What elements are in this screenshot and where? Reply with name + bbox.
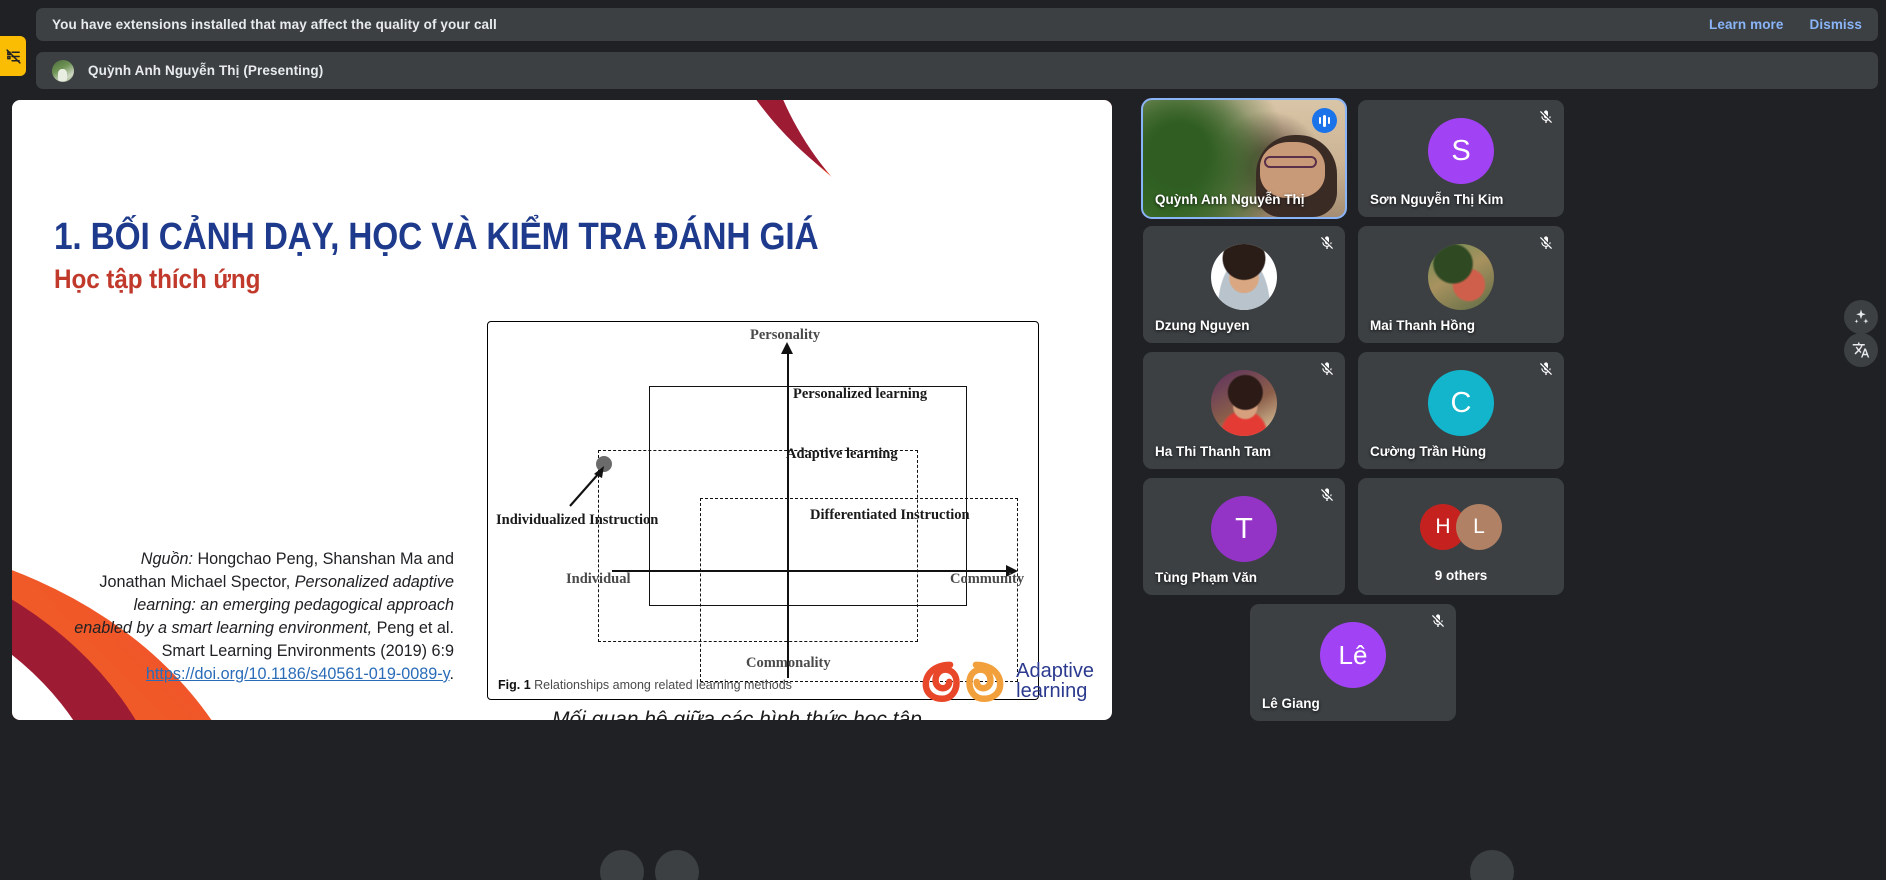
avatar-group: H L <box>1420 504 1502 551</box>
avatar <box>1211 244 1277 311</box>
logo-text: Adaptive learning <box>1016 659 1094 702</box>
participant-tile-son-nguyen[interactable]: S Sơn Nguyễn Thị Kim <box>1358 100 1564 217</box>
mic-off-icon <box>1430 613 1446 629</box>
notification-message: You have extensions installed that may a… <box>52 17 497 32</box>
participant-tile-others[interactable]: H L 9 others <box>1358 478 1564 595</box>
citation-period: . <box>449 665 455 683</box>
adaptive-learning-logo-icon <box>922 661 1004 702</box>
avatar <box>1428 244 1494 311</box>
mic-off-icon <box>1538 361 1554 377</box>
participant-tile-tung-pham-van[interactable]: T Tùng Phạm Văn <box>1143 478 1345 595</box>
citation-authors-1: Hongchao Peng, Shanshan Ma <box>197 550 423 568</box>
participant-tile-dzung-nguyen[interactable]: Dzung Nguyen <box>1143 226 1345 343</box>
participant-name: Dzung Nguyen <box>1155 318 1250 333</box>
more-options-button[interactable] <box>1470 850 1514 880</box>
participant-name: Mai Thanh Hồng <box>1370 318 1475 333</box>
figure-container: Personality Commonality Individual Commu… <box>487 321 1039 700</box>
participant-name: Quỳnh Anh Nguyễn Thị <box>1155 192 1305 207</box>
bottom-toolbar <box>0 850 1886 880</box>
mic-off-icon <box>1319 235 1335 251</box>
label-personality: Personality <box>750 327 821 343</box>
mic-toggle-button[interactable] <box>600 850 644 880</box>
axis-vertical <box>787 350 789 678</box>
logo-line-2: learning <box>1016 680 1088 702</box>
slide-title: 1. BỐI CẢNH DẠY, HỌC VÀ KIỂM TRA ĐÁNH GI… <box>54 216 819 258</box>
mic-off-icon <box>1319 487 1335 503</box>
participant-name: Tùng Phạm Văn <box>1155 570 1258 585</box>
others-count-label: 9 others <box>1434 568 1488 583</box>
slide-subtitle: Học tập thích ứng <box>54 264 261 294</box>
visual-effects-icon[interactable] <box>1844 300 1878 334</box>
extension-blocked-icon[interactable] <box>0 36 26 76</box>
logo-line-1: Adaptive <box>1016 659 1094 682</box>
avatar-initial-2: L <box>1456 504 1502 551</box>
label-community: Community <box>950 571 1025 587</box>
citation-label: Nguồn: <box>140 550 193 568</box>
pointer-arrow-icon <box>569 466 604 507</box>
meet-window: You have extensions installed that may a… <box>0 0 1886 880</box>
participant-tile-le-giang[interactable]: Lê Lê Giang <box>1250 604 1456 721</box>
avatar-initial: Lê <box>1338 639 1368 670</box>
participant-name: Sơn Nguyễn Thị Kim <box>1370 192 1504 207</box>
participant-name: Ha Thi Thanh Tam <box>1155 444 1272 459</box>
mic-off-icon <box>1538 109 1554 125</box>
presenter-bar[interactable]: Quỳnh Anh Nguyễn Thị (Presenting) <box>36 52 1878 89</box>
participant-name: Lê Giang <box>1262 696 1320 711</box>
participant-tile-cuong-tran-hung[interactable]: C Cường Trần Hùng <box>1358 352 1564 469</box>
figure-diagram: Personality Commonality Individual Commu… <box>488 322 1038 699</box>
avatar: Lê <box>1320 622 1386 689</box>
camera-toggle-button[interactable] <box>655 850 699 880</box>
figure-vietnamese-caption: Mối quan hệ giữa các hình thức học tập <box>552 708 922 720</box>
avatar-initial: T <box>1235 512 1253 545</box>
avatar-initial: C <box>1450 386 1472 419</box>
presenter-label: Quỳnh Anh Nguyễn Thị (Presenting) <box>88 63 324 78</box>
label-individual: Individual <box>566 571 631 587</box>
label-differentiated-instruction: Differentiated Instruction <box>810 507 970 523</box>
label-adaptive-learning: Adaptive learning <box>786 446 898 462</box>
adaptive-learning-logo: Adaptive learning <box>922 660 1094 702</box>
learn-more-link[interactable]: Learn more <box>1709 17 1784 32</box>
label-individualized-instruction: Individualized Instruction <box>496 512 659 528</box>
avatar: C <box>1428 370 1494 437</box>
extensions-notification-bar: You have extensions installed that may a… <box>36 8 1878 41</box>
participant-tile-ha-thi-thanh-tam[interactable]: Ha Thi Thanh Tam <box>1143 352 1345 469</box>
label-commonality: Commonality <box>746 655 831 671</box>
translate-icon[interactable] <box>1844 333 1878 367</box>
avatar <box>1211 370 1277 437</box>
presentation-slide[interactable]: 1. BỐI CẢNH DẠY, HỌC VÀ KIỂM TRA ĐÁNH GI… <box>12 100 1112 720</box>
slide-citation: Nguồn: Hongchao Peng, Shanshan Ma and Jo… <box>72 548 454 686</box>
presenter-avatar <box>52 59 74 82</box>
figure-caption: Fig. 1 Relationships among related learn… <box>498 678 792 692</box>
mic-off-icon <box>1319 361 1335 377</box>
avatar: S <box>1428 118 1494 185</box>
mic-off-icon <box>1538 235 1554 251</box>
participant-tile-quynh-anh[interactable]: Quỳnh Anh Nguyễn Thị <box>1141 98 1347 219</box>
dismiss-button[interactable]: Dismiss <box>1810 17 1862 32</box>
avatar-initial: S <box>1451 134 1471 167</box>
speaking-indicator-icon <box>1312 108 1337 133</box>
participant-tile-mai-thanh-hong[interactable]: Mai Thanh Hồng <box>1358 226 1564 343</box>
figure-caption-prefix: Fig. 1 <box>498 678 531 692</box>
notification-actions: Learn more Dismiss <box>1709 17 1862 32</box>
avatar: T <box>1211 496 1277 563</box>
figure-caption-text: Relationships among related learning met… <box>534 678 792 692</box>
citation-doi-link[interactable]: https://doi.org/10.1186/s40561-019-0089-… <box>146 665 450 683</box>
participant-name: Cường Trần Hùng <box>1370 444 1487 459</box>
label-personalized-learning: Personalized learning <box>793 386 928 402</box>
